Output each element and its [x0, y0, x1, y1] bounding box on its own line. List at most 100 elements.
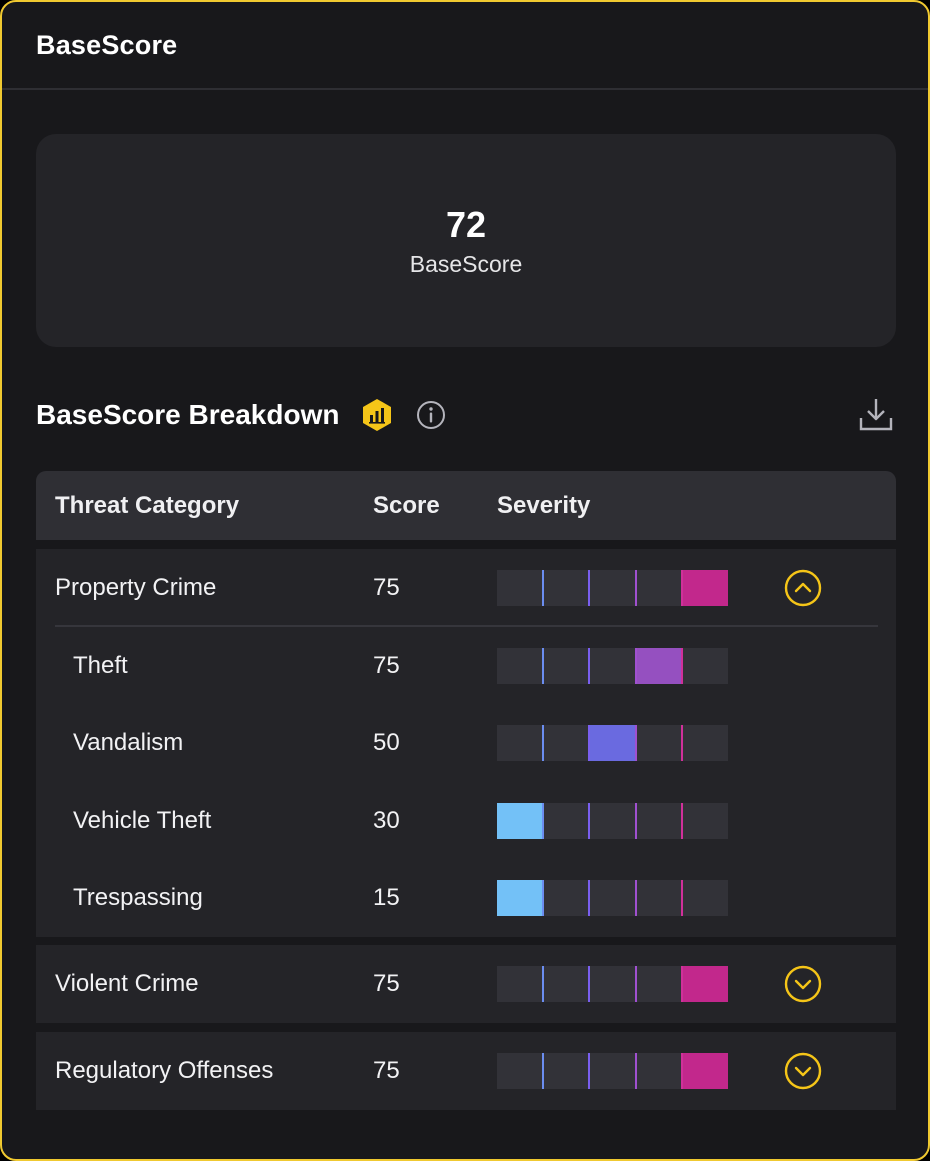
category-name: Regulatory Offenses	[55, 1057, 274, 1084]
severity-tick	[680, 725, 683, 761]
severity-segment	[635, 880, 682, 916]
severity-segment	[589, 880, 636, 916]
panel-header: BaseScore	[2, 2, 928, 90]
severity-tick	[588, 1053, 591, 1089]
severity-segment	[681, 803, 728, 839]
category-name: Property Crime	[55, 574, 217, 601]
severity-bar	[497, 570, 728, 606]
download-icon[interactable]	[858, 396, 894, 432]
severity-tick	[588, 880, 591, 916]
severity-segment	[543, 648, 590, 684]
bar-chart-hexagon-icon[interactable]	[361, 398, 393, 432]
table-header: Threat Category Score Severity	[36, 471, 896, 540]
column-header-threat-category[interactable]: Threat Category	[55, 471, 239, 540]
severity-segment	[543, 725, 590, 761]
severity-segment	[635, 725, 682, 761]
severity-bar	[497, 803, 728, 839]
severity-tick	[542, 803, 545, 839]
column-header-score[interactable]: Score	[373, 471, 440, 540]
severity-tick	[542, 1053, 545, 1089]
severity-segment	[681, 880, 728, 916]
category-score: 75	[373, 574, 400, 601]
category-row-property-crime[interactable]: Property Crime 75	[36, 549, 896, 627]
severity-bar	[497, 966, 728, 1002]
severity-bar	[497, 725, 728, 761]
severity-bar	[497, 648, 728, 684]
severity-segment	[543, 570, 590, 606]
severity-segment	[543, 803, 590, 839]
severity-tick	[588, 570, 591, 606]
severity-segment	[589, 570, 636, 606]
severity-segment	[681, 966, 728, 1002]
severity-tick	[680, 803, 683, 839]
subcategory-score: 75	[373, 652, 400, 679]
severity-tick	[680, 570, 683, 606]
severity-segment	[589, 966, 636, 1002]
subcategory-row-vehicle-theft[interactable]: Vehicle Theft 30	[36, 782, 896, 860]
severity-tick	[634, 1053, 637, 1089]
breakdown-title: BaseScore Breakdown	[36, 399, 340, 430]
subcategory-score: 30	[373, 807, 400, 834]
severity-bar	[497, 880, 728, 916]
category-group-property-crime: Property Crime 75 Theft 75 Vandalism 50 …	[36, 549, 896, 937]
severity-tick	[634, 725, 637, 761]
severity-tick	[588, 803, 591, 839]
chevron-down-circle-icon[interactable]	[784, 1052, 822, 1090]
severity-segment	[589, 648, 636, 684]
score-label: BaseScore	[409, 251, 523, 277]
panel-title: BaseScore	[36, 29, 178, 60]
subcategory-score: 50	[373, 729, 400, 756]
severity-segment	[497, 648, 544, 684]
severity-segment	[589, 725, 636, 761]
chevron-down-circle-icon[interactable]	[784, 965, 822, 1003]
severity-segment	[681, 648, 728, 684]
severity-segment	[681, 570, 728, 606]
chevron-up-circle-icon[interactable]	[784, 569, 822, 607]
subcategory-name: Theft	[73, 652, 128, 679]
subcategory-name: Vehicle Theft	[73, 807, 212, 834]
severity-tick	[634, 570, 637, 606]
severity-segment	[497, 803, 544, 839]
severity-segment	[497, 1053, 544, 1089]
subcategory-name: Trespassing	[73, 884, 203, 911]
severity-tick	[680, 880, 683, 916]
category-group-violent-crime: Violent Crime 75	[36, 945, 896, 1023]
severity-segment	[497, 880, 544, 916]
info-icon[interactable]	[415, 399, 447, 431]
severity-segment	[497, 966, 544, 1002]
severity-tick	[634, 966, 637, 1002]
subcategory-score: 15	[373, 884, 400, 911]
subcategory-row-vandalism[interactable]: Vandalism 50	[36, 704, 896, 782]
severity-segment	[543, 880, 590, 916]
severity-segment	[543, 1053, 590, 1089]
severity-segment	[681, 1053, 728, 1089]
score-value: 72	[445, 204, 487, 245]
breakdown-header: BaseScore Breakdown	[36, 390, 896, 440]
category-score: 75	[373, 970, 400, 997]
column-header-severity[interactable]: Severity	[497, 471, 590, 540]
category-row-violent-crime[interactable]: Violent Crime 75	[36, 945, 896, 1023]
severity-segment	[543, 966, 590, 1002]
basescore-panel: BaseScore 72 BaseScore BaseScore Breakdo…	[0, 0, 930, 1161]
severity-tick	[680, 648, 683, 684]
severity-segment	[635, 966, 682, 1002]
severity-tick	[542, 880, 545, 916]
severity-segment	[589, 803, 636, 839]
severity-tick	[542, 966, 545, 1002]
severity-tick	[588, 725, 591, 761]
category-group-regulatory-offenses: Regulatory Offenses 75	[36, 1032, 896, 1110]
subcategory-row-theft[interactable]: Theft 75	[36, 627, 896, 705]
severity-tick	[634, 803, 637, 839]
severity-tick	[680, 1053, 683, 1089]
subcategory-name: Vandalism	[73, 729, 184, 756]
severity-segment	[497, 725, 544, 761]
severity-tick	[542, 648, 545, 684]
category-row-regulatory-offenses[interactable]: Regulatory Offenses 75	[36, 1032, 896, 1110]
severity-tick	[588, 966, 591, 1002]
severity-segment	[635, 648, 682, 684]
severity-segment	[589, 1053, 636, 1089]
severity-segment	[635, 803, 682, 839]
severity-bar	[497, 1053, 728, 1089]
severity-tick	[542, 725, 545, 761]
subcategory-row-trespassing[interactable]: Trespassing 15	[36, 859, 896, 937]
